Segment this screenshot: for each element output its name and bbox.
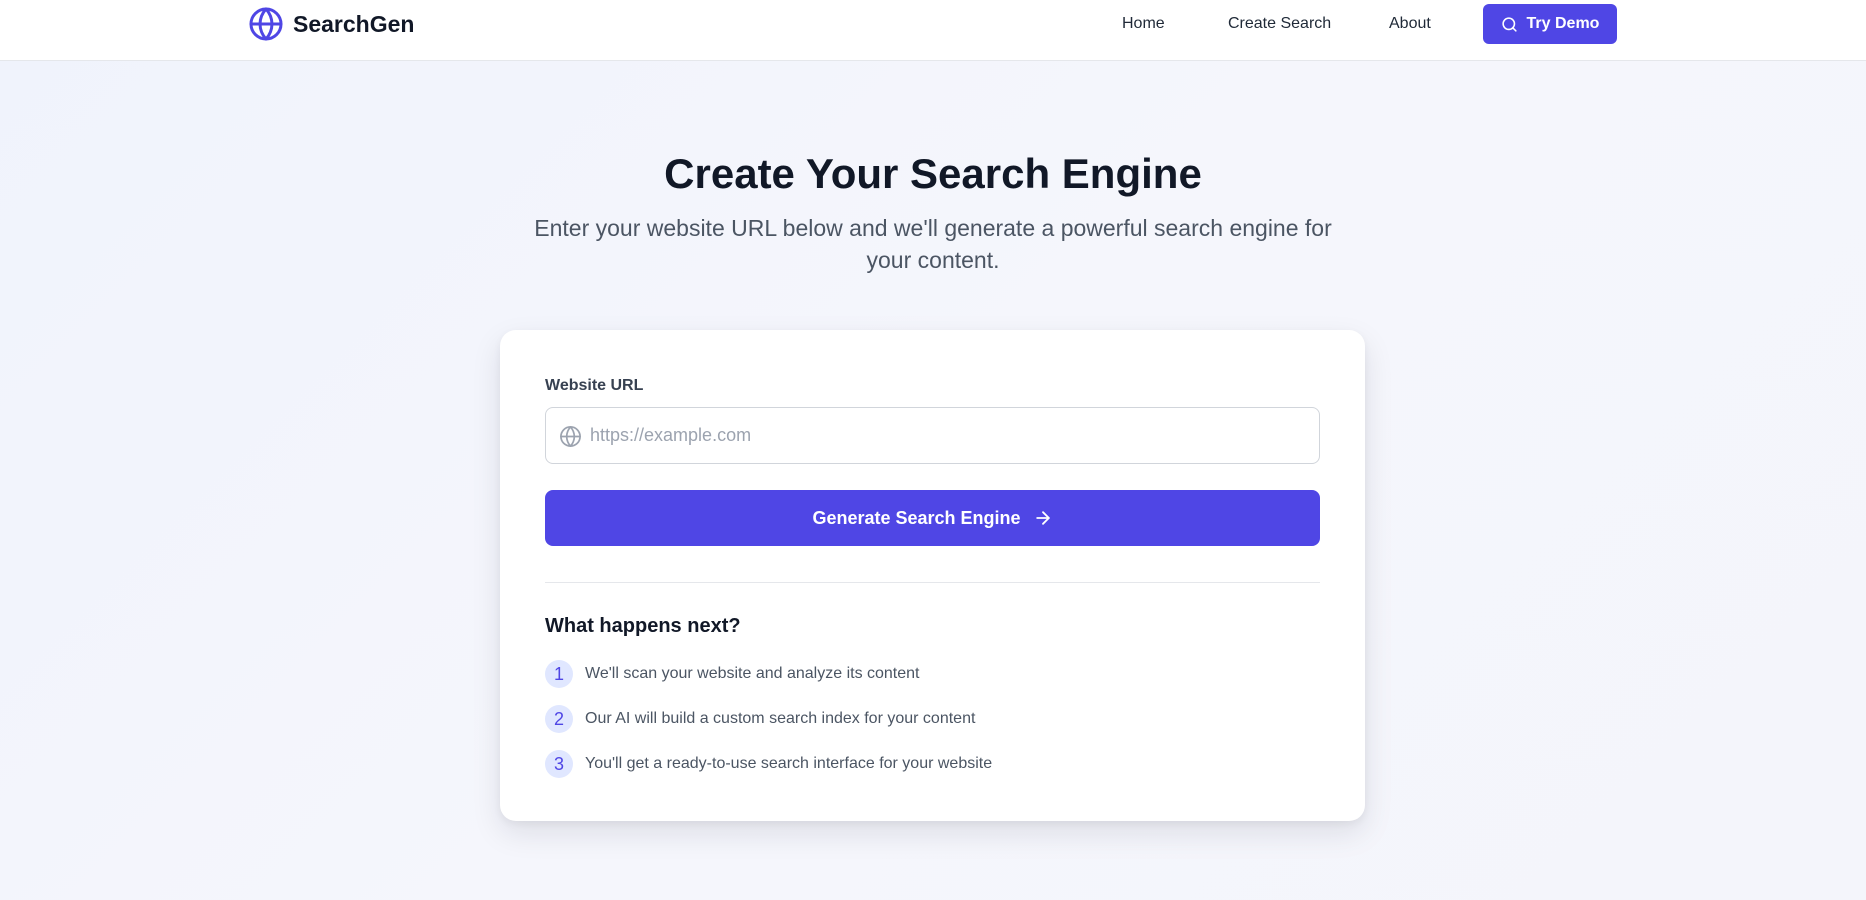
brand-logo[interactable]: SearchGen (248, 6, 414, 42)
step-number-badge: 1 (545, 660, 573, 688)
step-item: 1 We'll scan your website and analyze it… (545, 660, 920, 688)
website-url-field[interactable] (545, 407, 1320, 464)
step-text: Our AI will build a custom search index … (585, 710, 976, 727)
step-item: 3 You'll get a ready-to-use search inter… (545, 750, 992, 778)
globe-icon (249, 7, 283, 41)
nav-link-home[interactable]: Home (1122, 13, 1165, 35)
what-happens-next-heading: What happens next? (545, 615, 741, 637)
section-divider (545, 582, 1320, 583)
globe-icon (560, 426, 581, 447)
step-text: You'll get a ready-to-use search interfa… (585, 755, 993, 772)
page-subtitle: Enter your website URL below and we'll g… (534, 215, 1332, 273)
page-title: Create Your Search Engine (664, 150, 1202, 197)
create-search-card: Website URL Generate Search Engine What … (500, 330, 1365, 821)
nav-link-about[interactable]: About (1389, 13, 1431, 35)
search-icon (1501, 16, 1517, 32)
step-number-badge: 3 (545, 750, 573, 778)
brand-name: SearchGen (293, 10, 415, 37)
nav-link-create-search[interactable]: Create Search (1228, 13, 1331, 35)
step-number-badge: 2 (545, 705, 573, 733)
website-url-input[interactable] (590, 408, 1310, 463)
website-url-label: Website URL (545, 377, 644, 394)
try-demo-button[interactable]: Try Demo (1483, 4, 1617, 44)
arrow-right-icon (1035, 511, 1050, 525)
top-navbar: SearchGen Home Create Search About Try D… (0, 0, 1866, 61)
generate-button-label: Generate Search Engine (812, 507, 1021, 528)
generate-search-engine-button[interactable]: Generate Search Engine (545, 490, 1320, 546)
step-text: We'll scan your website and analyze its … (585, 665, 920, 682)
try-demo-label: Try Demo (1526, 15, 1600, 32)
step-item: 2 Our AI will build a custom search inde… (545, 705, 975, 733)
